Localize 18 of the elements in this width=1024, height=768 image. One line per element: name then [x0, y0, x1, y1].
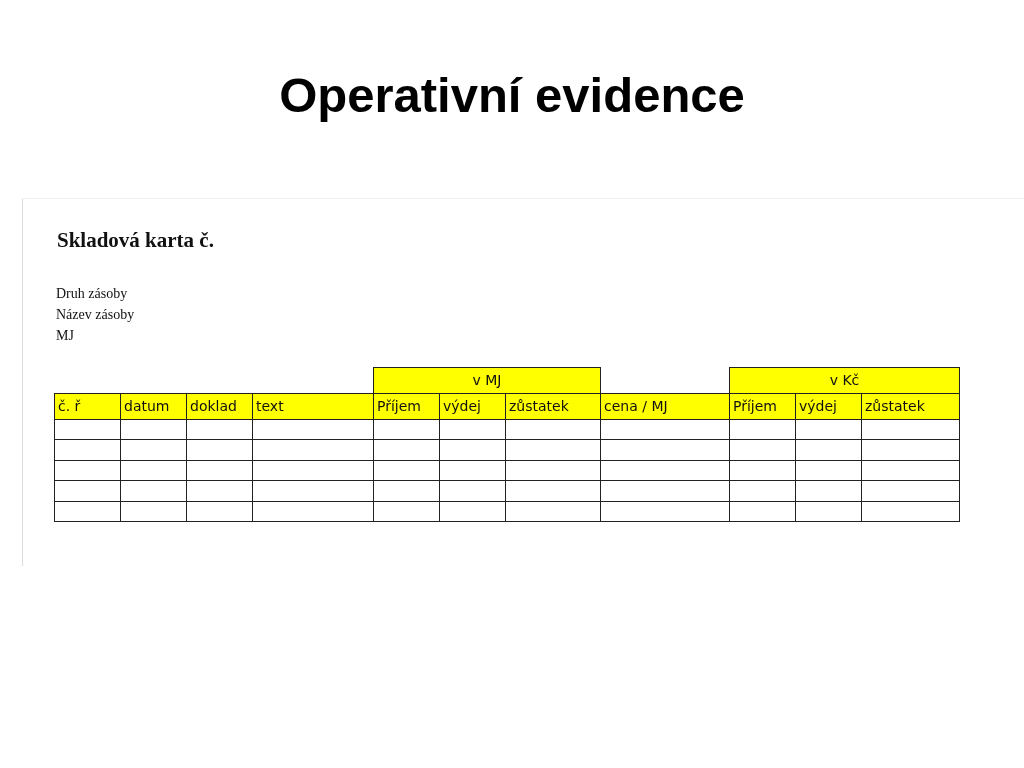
field-label: Název zásoby [56, 305, 136, 324]
column-header: zůstatek [861, 393, 960, 419]
column-header: text [252, 393, 374, 419]
card-heading: Skladová karta č. [57, 227, 215, 254]
column-header: č. ř [54, 393, 121, 419]
column-header: zůstatek [505, 393, 601, 419]
column-header: datum [120, 393, 187, 419]
group-header: v Kč [729, 367, 960, 393]
field-label: Druh zásoby [56, 284, 129, 303]
group-header: v MJ [373, 367, 601, 393]
column-header: cena / MJ [600, 393, 730, 419]
slide-title: Operativní evidence [278, 67, 746, 124]
field-label: MJ [56, 326, 75, 345]
column-header: doklad [186, 393, 253, 419]
column-header: Příjem [729, 393, 796, 419]
column-header: Příjem [373, 393, 440, 419]
column-header: výdej [439, 393, 506, 419]
column-header: výdej [795, 393, 862, 419]
